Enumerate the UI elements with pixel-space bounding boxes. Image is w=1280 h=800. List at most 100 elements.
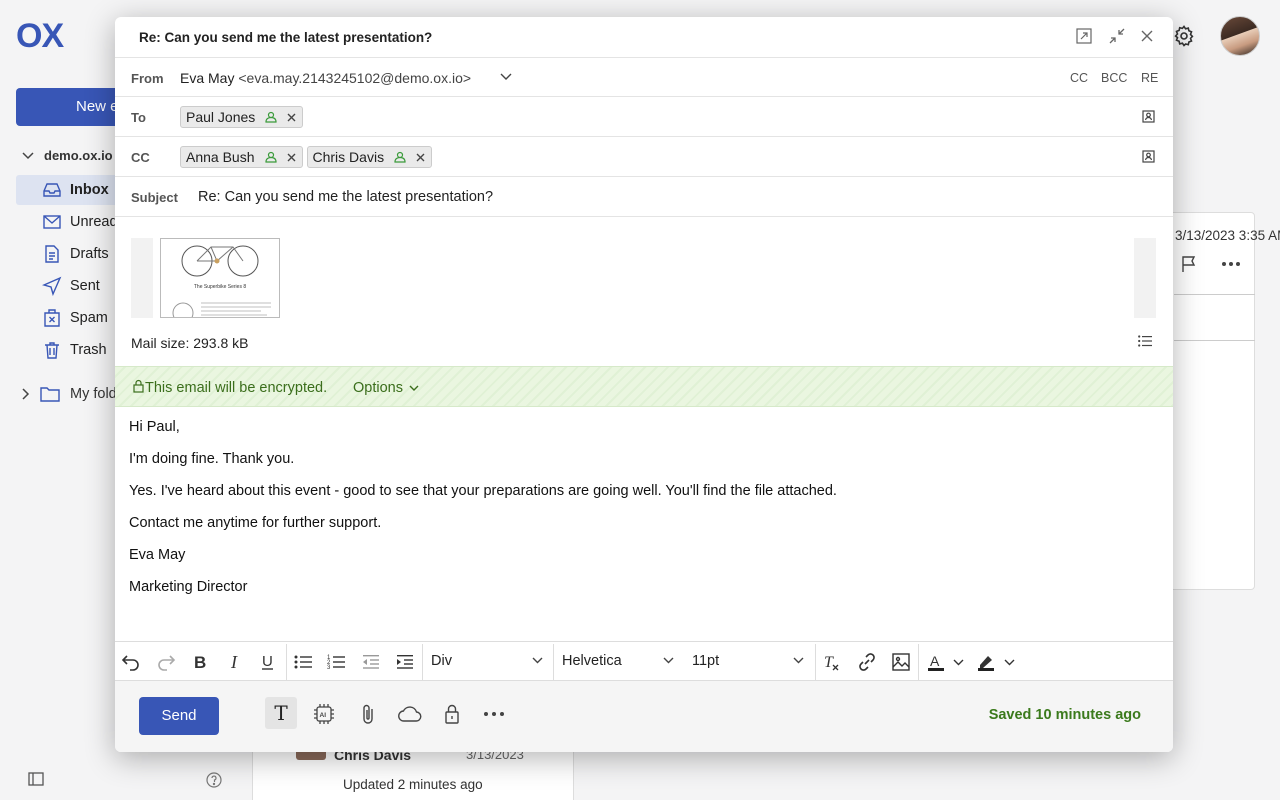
flag-icon[interactable] (1180, 255, 1198, 273)
svg-text:OX: OX (16, 20, 64, 50)
recipient-chip[interactable]: Anna Bush (180, 146, 303, 168)
redo-icon[interactable] (156, 652, 176, 672)
svg-text:3: 3 (327, 665, 331, 671)
compose-dialog: Re: Can you send me the latest presentat… (115, 17, 1173, 752)
trash-icon (45, 342, 59, 359)
subject-input[interactable]: Re: Can you send me the latest presentat… (198, 189, 493, 205)
from-label: From (131, 71, 164, 86)
folder-icon (40, 387, 60, 402)
account-tree-node[interactable]: demo.ox.io (22, 148, 113, 163)
block-format-select[interactable]: Div (423, 642, 553, 680)
folder-label: Inbox (70, 182, 109, 198)
minimize-icon[interactable] (1109, 28, 1125, 44)
chevron-down-icon[interactable] (500, 73, 512, 81)
attach-file-icon[interactable] (355, 701, 381, 727)
chevron-right-icon (22, 388, 30, 400)
ox-logo[interactable]: OX (16, 20, 86, 50)
divider (1174, 340, 1255, 341)
bcc-toggle[interactable]: BCC (1101, 71, 1127, 85)
attachment-thumbnail[interactable]: The Superbike Series 8 (160, 238, 280, 318)
underline-icon[interactable]: U (258, 652, 278, 672)
encryption-banner: This email will be encrypted. Options (115, 366, 1173, 407)
chevron-down-icon[interactable] (953, 652, 964, 672)
svg-text:A: A (930, 653, 940, 669)
remove-recipient-icon[interactable] (287, 113, 296, 122)
insert-image-icon[interactable] (891, 652, 911, 672)
encryption-options-dropdown[interactable]: Options (353, 380, 419, 396)
clear-formatting-icon[interactable]: T (821, 652, 841, 672)
attachment-text-preview (172, 302, 271, 317)
folder-label: Trash (70, 342, 107, 358)
folder-label: Spam (70, 310, 108, 326)
compose-footer: Send T AI Saved 10 minutes ago (115, 681, 1173, 752)
ai-assistant-icon[interactable]: AI (311, 701, 337, 727)
encryption-lock-icon[interactable] (439, 701, 465, 727)
attachment-prev-button[interactable] (131, 238, 153, 318)
address-book-icon[interactable] (1142, 150, 1155, 163)
text-mode-toggle[interactable]: T (265, 697, 297, 729)
recipient-chip[interactable]: Paul Jones (180, 106, 304, 128)
divider (1174, 294, 1255, 295)
address-book-icon[interactable] (1142, 110, 1155, 123)
italic-icon[interactable]: I (225, 652, 245, 672)
options-label: Options (353, 380, 403, 396)
highlight-color-icon[interactable] (976, 652, 996, 672)
settings-gear-icon[interactable] (1172, 24, 1196, 48)
attachment-next-button[interactable] (1134, 238, 1156, 318)
outdent-icon[interactable] (361, 652, 381, 672)
message-body-editor[interactable]: Hi Paul, I'm doing fine. Thank you. Yes.… (129, 419, 1159, 611)
undo-icon[interactable] (121, 652, 141, 672)
toolbar-separator (918, 644, 919, 680)
cc-toggle[interactable]: CC (1070, 71, 1088, 85)
font-size-select[interactable]: 11pt (684, 642, 814, 680)
spam-icon (44, 309, 60, 327)
toolbar-separator (815, 644, 816, 680)
indent-icon[interactable] (395, 652, 415, 672)
svg-text:T: T (824, 654, 834, 671)
sidebar-toggle-icon[interactable] (28, 772, 44, 786)
more-options-icon[interactable] (481, 701, 507, 727)
more-options-icon[interactable] (1222, 262, 1240, 266)
subject-label: Subject (131, 190, 178, 205)
envelope-icon (43, 215, 61, 229)
remove-recipient-icon[interactable] (287, 153, 296, 162)
reply-to-toggle[interactable]: RE (1141, 71, 1158, 85)
from-name: Eva May (180, 70, 235, 86)
open-in-window-icon[interactable] (1076, 28, 1092, 44)
recipient-chip[interactable]: Chris Davis (306, 146, 433, 168)
send-button[interactable]: Send (139, 697, 219, 735)
user-avatar[interactable] (1220, 16, 1260, 56)
subject-row: Subject Re: Can you send me the latest p… (115, 177, 1173, 217)
cc-label: CC (131, 150, 150, 165)
font-family-select[interactable]: Helvetica (554, 642, 684, 680)
contact-person-icon (264, 151, 277, 163)
bold-icon[interactable]: B (190, 652, 210, 672)
text-color-icon[interactable]: A (926, 652, 946, 672)
contact-person-icon (265, 111, 277, 123)
help-icon[interactable] (206, 772, 222, 788)
list-view-icon[interactable] (1138, 335, 1152, 347)
list-updated-status: Updated 2 minutes ago (343, 777, 483, 792)
encryption-message: This email will be encrypted. (145, 380, 328, 396)
body-line: Contact me anytime for further support. (129, 515, 382, 531)
chevron-down-icon (793, 657, 804, 664)
document-icon (45, 245, 59, 263)
mail-detail-time: 3/13/2023 3:35 AM (1175, 228, 1280, 243)
folder-label: Sent (70, 278, 100, 294)
inbox-icon (43, 183, 61, 197)
chevron-down-icon (532, 657, 543, 664)
cloud-attach-icon[interactable] (397, 701, 423, 727)
bicycle-image (181, 245, 259, 277)
recipient-name: Anna Bush (186, 149, 255, 165)
numbered-list-icon[interactable]: 123 (326, 652, 346, 672)
formatting-toolbar: B I U 123 Div Helvetica 11pt T A (115, 641, 1173, 681)
folder-label: Unread (70, 214, 118, 230)
chevron-down-icon[interactable] (1004, 652, 1015, 672)
contact-person-icon (394, 151, 406, 163)
body-line: Eva May (129, 547, 186, 563)
close-icon[interactable] (1139, 28, 1155, 44)
remove-recipient-icon[interactable] (416, 153, 425, 162)
insert-link-icon[interactable] (857, 652, 877, 672)
bullet-list-icon[interactable] (293, 652, 313, 672)
from-selector[interactable]: Eva May <eva.may.2143245102@demo.ox.io> (180, 70, 471, 86)
